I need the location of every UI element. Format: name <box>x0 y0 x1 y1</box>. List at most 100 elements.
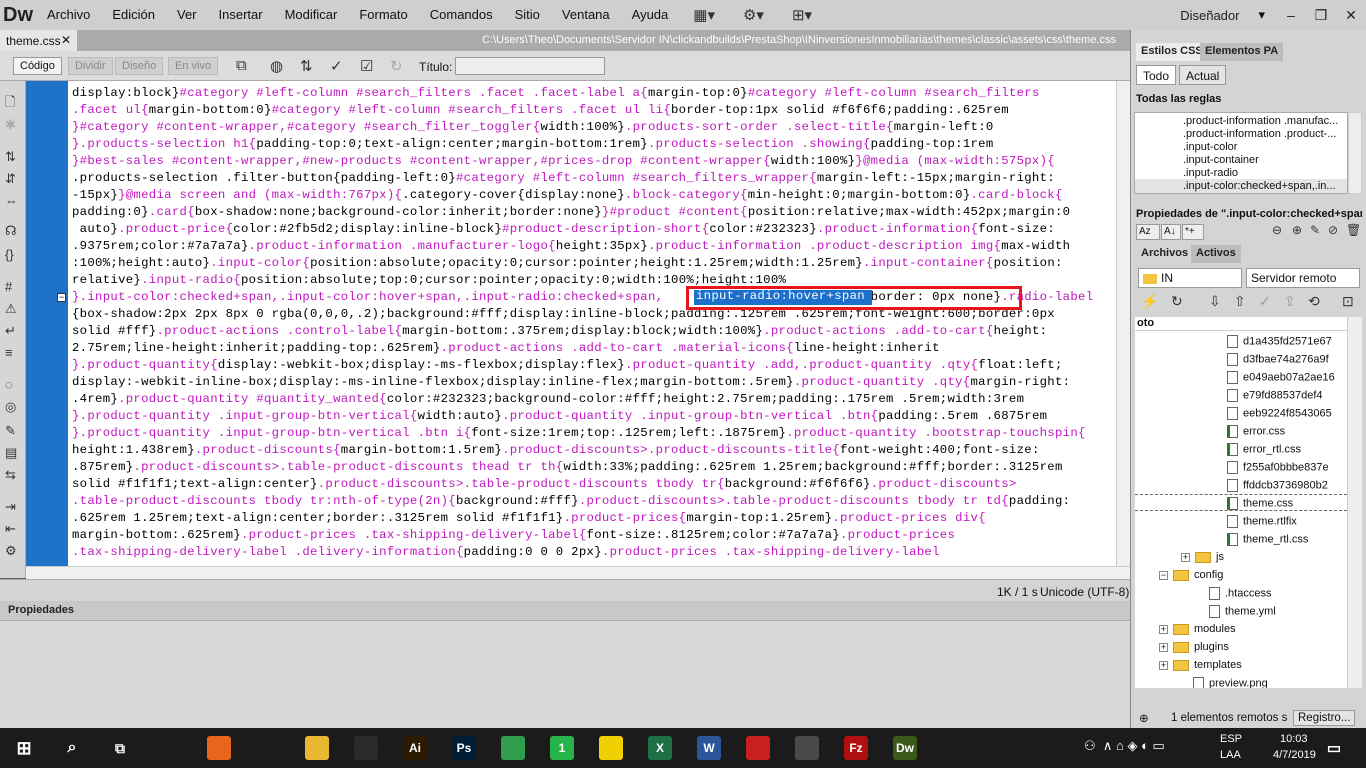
code-horizontal-scrollbar[interactable] <box>26 566 1130 579</box>
photoshop-icon[interactable]: Ps <box>452 736 476 760</box>
close-window-icon[interactable]: ✕ <box>1336 5 1366 25</box>
sticky-notes-icon[interactable] <box>599 736 623 760</box>
menu-ver[interactable]: Ver <box>166 0 208 30</box>
code-line[interactable]: .625rem 1.25rem;text-align:center;border… <box>72 511 986 525</box>
balance-braces-icon[interactable]: {} <box>5 247 14 262</box>
code-line[interactable]: display:-webkit-inline-box;display:-ms-i… <box>72 375 1070 389</box>
select-parent-tag-icon[interactable]: ☊ <box>5 223 17 239</box>
minimize-icon[interactable]: – <box>1276 5 1306 25</box>
code-line[interactable]: }#best-sales #content-wrapper,#new-produ… <box>72 154 1055 168</box>
menu-sitio[interactable]: Sitio <box>504 0 551 30</box>
paint-icon[interactable] <box>795 736 819 760</box>
rule-item[interactable]: .input-container <box>1183 154 1259 166</box>
rule-item[interactable]: .product-information .manufac... <box>1183 115 1338 127</box>
new-rule-icon[interactable]: ⊕ <box>1292 223 1302 237</box>
delete-rule-icon[interactable]: 🗑 <box>1346 223 1361 237</box>
menu-comandos[interactable]: Comandos <box>419 0 504 30</box>
folder-item[interactable]: + modules <box>1159 623 1236 635</box>
firefox-icon[interactable] <box>207 736 231 760</box>
checkin-icon[interactable]: ⇪ <box>1284 293 1296 310</box>
tab-assets[interactable]: Activos <box>1191 245 1241 263</box>
code-line[interactable]: -15px}}@media screen and (max-width:767p… <box>72 188 1063 202</box>
expand-toggle-icon[interactable]: + <box>1159 624 1168 634</box>
code-line[interactable]: margin-bottom:.625rem}.product-prices .t… <box>72 528 955 542</box>
illustrator-icon[interactable]: Ai <box>403 736 427 760</box>
show-code-navigator-icon[interactable]: ✱ <box>5 117 16 133</box>
all-mode-button[interactable]: Todo <box>1136 65 1177 85</box>
set-properties-icon[interactable]: *+ <box>1182 224 1204 240</box>
calculator-icon[interactable] <box>354 736 378 760</box>
word-icon[interactable]: W <box>697 736 721 760</box>
rules-list[interactable]: .product-information .manufac... .produc… <box>1134 112 1348 194</box>
indent-code-icon[interactable]: ⇥ <box>5 499 16 515</box>
checkout-icon[interactable]: ✓ <box>1259 293 1271 310</box>
workspace-switcher[interactable]: Diseñador <box>1180 8 1239 23</box>
menu-formato[interactable]: Formato <box>348 0 418 30</box>
tab-ap-elements[interactable]: Elementos PA <box>1200 43 1284 61</box>
code-line[interactable]: solid #fff}.product-actions .control-lab… <box>72 324 1047 338</box>
code-line[interactable]: height:1.438rem}.product-discounts{margi… <box>72 443 1040 457</box>
code-line[interactable]: auto}.product-price{color:#2fb5d2;displa… <box>72 222 1055 236</box>
code-line[interactable]: .4rem}.product-quantity #quantity_wanted… <box>72 392 1024 406</box>
acrobat-icon[interactable] <box>746 736 770 760</box>
file-item[interactable]: eeb9224f8543065 <box>1227 407 1332 420</box>
code-view-button[interactable]: Código <box>13 57 62 75</box>
live-view-button[interactable]: En vivo <box>168 57 219 75</box>
language-label[interactable]: ESP <box>1220 733 1242 745</box>
expand-toggle-icon[interactable]: + <box>1159 660 1168 670</box>
server-view-dropdown[interactable]: Servidor remoto <box>1246 268 1360 288</box>
highlight-invalid-icon[interactable]: ⚠ <box>5 301 17 317</box>
keyboard-label[interactable]: LAA <box>1220 749 1241 761</box>
code-line[interactable]: }.products-selection h1{padding-top:0;te… <box>72 137 994 151</box>
file-item[interactable]: theme.rtlfix <box>1227 515 1297 528</box>
recent-snippets-icon[interactable]: ▤ <box>5 445 17 461</box>
code-line[interactable]: .products-selection .filter-button{paddi… <box>72 171 1055 185</box>
rule-item[interactable]: .input-radio <box>1183 167 1238 179</box>
connect-icon[interactable]: ⚡ <box>1141 293 1158 310</box>
file-item[interactable]: ffddcb3736980b2 <box>1227 479 1328 492</box>
system-tray-icons[interactable]: ⚇ ∧ ⌂ ◈ ◐ ▭ <box>1084 738 1165 754</box>
code-editor[interactable]: display:block}#category #left-column #se… <box>68 81 1116 566</box>
code-line[interactable]: padding:0}.card{box-shadow:none;backgrou… <box>72 205 1070 219</box>
tab-css-styles[interactable]: Estilos CSS <box>1136 43 1208 61</box>
move-css-icon[interactable]: ⇆ <box>5 467 16 483</box>
rule-item[interactable]: .product-information .product-... <box>1183 128 1336 140</box>
code-line[interactable]: .table-product-discounts tbody tr:nth-of… <box>72 494 1070 508</box>
site-icon[interactable]: ⊞▾ <box>792 6 812 24</box>
code-line[interactable]: }#category #content-wrapper,#category #s… <box>72 120 994 134</box>
code-line[interactable]: display:block}#category #left-column #se… <box>72 86 1040 100</box>
code-line[interactable]: .facet ul{margin-bottom:0}#category #lef… <box>72 103 1009 117</box>
attach-style-icon[interactable]: ⊖ <box>1272 223 1282 237</box>
file-item[interactable]: preview.png <box>1193 677 1268 688</box>
dreamweaver-icon[interactable]: Dw <box>893 736 917 760</box>
folder-item[interactable]: − config <box>1159 569 1223 581</box>
store-icon[interactable] <box>158 736 182 760</box>
expand-all-icon[interactable]: ⇔ <box>5 193 18 208</box>
properties-title[interactable]: Propiedades <box>0 601 1130 621</box>
code-line[interactable]: :100%;height:auto}.input-color{position:… <box>72 256 1063 270</box>
preview-browser-icon[interactable]: ◍ <box>270 57 283 75</box>
expand-toggle-icon[interactable]: + <box>1159 642 1168 652</box>
rules-scrollbar[interactable] <box>1348 112 1362 194</box>
file-explorer-icon[interactable] <box>305 736 329 760</box>
code-line[interactable]: solid #f1f1f1;text-align:center}.product… <box>72 477 1017 491</box>
wrap-tag-icon[interactable]: ✎ <box>5 423 16 439</box>
remove-comment-icon[interactable]: ◎ <box>5 399 16 415</box>
outdent-code-icon[interactable]: ⇤ <box>5 521 16 537</box>
search-icon[interactable]: ⌕ <box>60 736 84 760</box>
file-item[interactable]: theme.css <box>1227 497 1293 510</box>
windows-start-icon[interactable]: ⊞ <box>12 736 36 760</box>
expand-panel-icon[interactable]: ⊡ <box>1342 293 1354 310</box>
site-dropdown[interactable]: IN <box>1138 268 1242 288</box>
edit-rule-icon[interactable]: ✎ <box>1310 223 1320 237</box>
whatsapp-icon[interactable]: 1 <box>550 736 574 760</box>
rule-item-selected[interactable]: .input-color:checked+span,.in... <box>1183 180 1336 192</box>
category-view-icon[interactable]: Az <box>1136 224 1160 240</box>
clock-time[interactable]: 10:03 <box>1280 733 1308 745</box>
clock-date[interactable]: 4/7/2019 <box>1273 749 1316 761</box>
restore-icon[interactable]: ❐ <box>1306 5 1336 25</box>
code-line[interactable]: }.product-quantity{display:-webkit-box;d… <box>72 358 1063 372</box>
notifications-icon[interactable]: ▭ <box>1322 736 1346 760</box>
word-wrap-icon[interactable]: ↵ <box>5 323 16 339</box>
tab-theme-css[interactable]: theme.css ✕ <box>0 30 77 51</box>
